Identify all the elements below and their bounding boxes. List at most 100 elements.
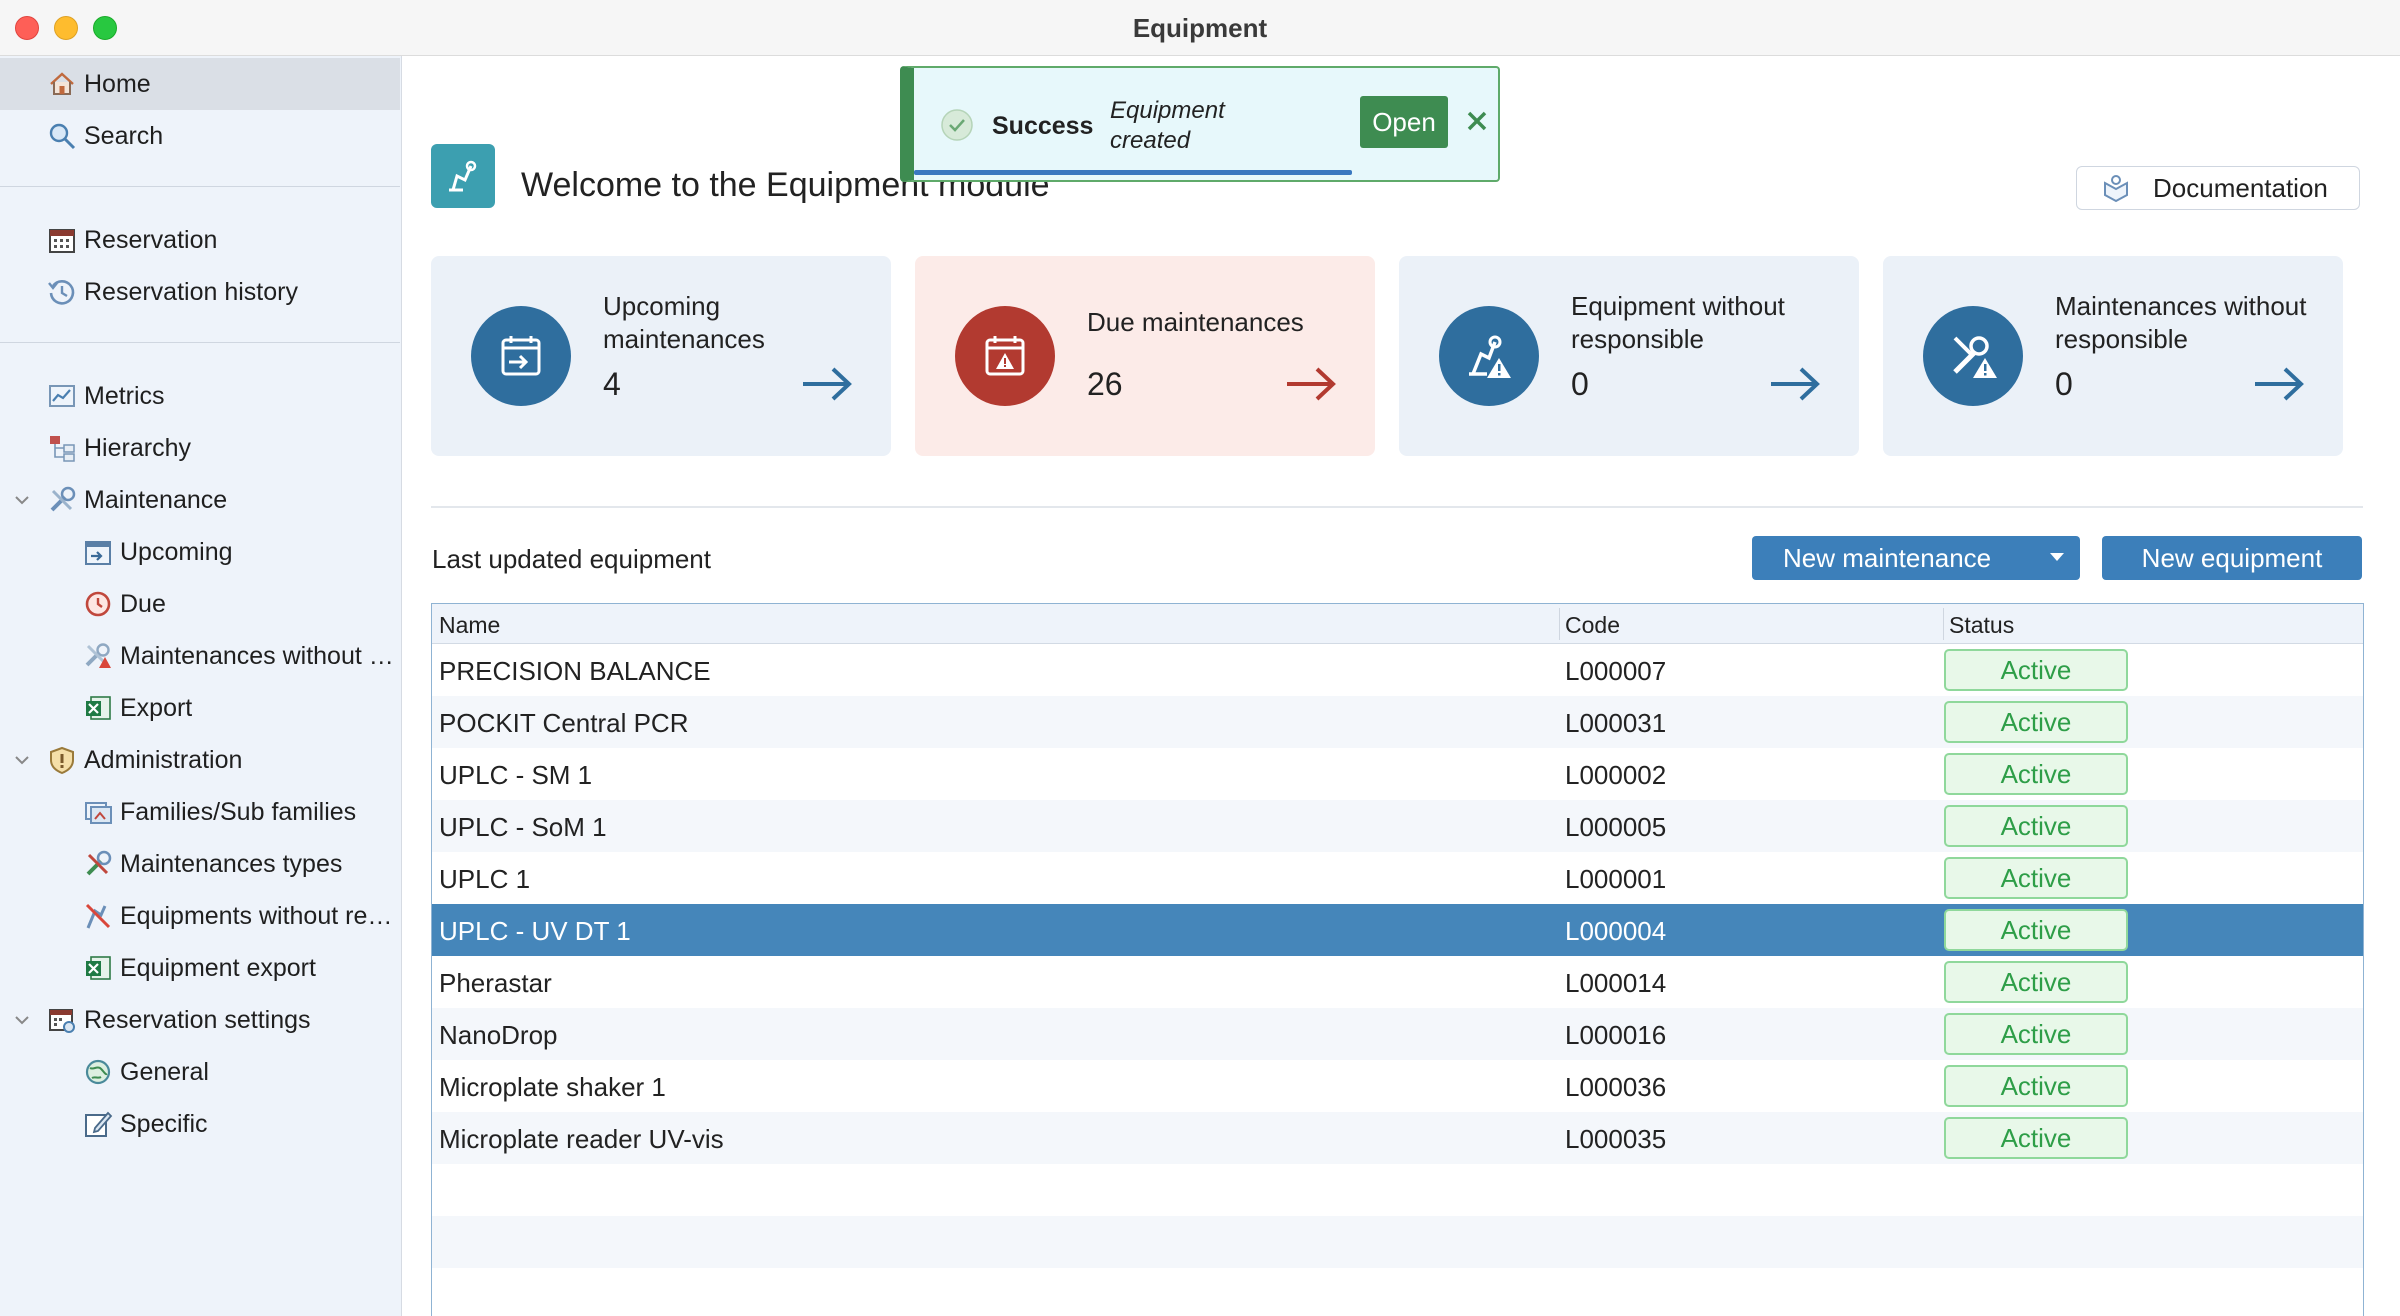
sidebar-item-export[interactable]: Export xyxy=(0,682,400,734)
cell-code: L000001 xyxy=(1565,864,1667,894)
cell-name: Pherastar xyxy=(439,968,552,998)
sidebar-item-families[interactable]: Families/Sub families xyxy=(0,786,400,838)
excel-icon xyxy=(82,692,114,724)
equipment-table: Name Code Status PRECISION BALANCE L0000… xyxy=(431,603,2364,1316)
cell-code: L000036 xyxy=(1565,1072,1667,1102)
arrow-right-icon[interactable] xyxy=(2253,364,2305,404)
sidebar-item-administration[interactable]: Administration xyxy=(0,734,400,786)
card-title: Upcoming maintenances xyxy=(603,291,765,354)
card-title: Maintenances without responsible xyxy=(2055,291,2307,354)
cell-name: NanoDrop xyxy=(439,1020,558,1050)
cell-name: PRECISION BALANCE xyxy=(439,656,711,686)
sidebar-item-metrics[interactable]: Metrics xyxy=(0,370,400,422)
new-equipment-button[interactable]: New equipment xyxy=(2102,536,2362,580)
table-row[interactable]: Microplate shaker 1 L000036 Active xyxy=(432,1060,2363,1112)
toast-progress-bar xyxy=(914,170,1352,175)
cell-code: L000016 xyxy=(1565,1020,1667,1050)
sidebar-item-equipments-without-responsible[interactable]: Equipments without responsible xyxy=(0,890,400,942)
toast-open-button[interactable]: Open xyxy=(1360,96,1448,148)
sidebar-item-equipment-export[interactable]: Equipment export xyxy=(0,942,400,994)
sidebar-item-label: Administration xyxy=(84,745,243,774)
card-upcoming-maintenances[interactable]: Upcoming maintenances 4 xyxy=(431,256,891,456)
sidebar-item-reservation-settings[interactable]: Reservation settings xyxy=(0,994,400,1046)
sidebar-item-reservation-history[interactable]: Reservation history xyxy=(0,266,400,318)
metrics-icon xyxy=(46,380,78,412)
table-row[interactable]: NanoDrop L000016 Active xyxy=(432,1008,2363,1060)
new-maintenance-button[interactable]: New maintenance xyxy=(1752,536,2080,580)
section-title: Last updated equipment xyxy=(432,544,711,574)
column-divider[interactable] xyxy=(1559,608,1560,640)
sidebar-item-upcoming[interactable]: Upcoming xyxy=(0,526,400,578)
sidebar-item-search[interactable]: Search xyxy=(0,110,400,162)
sidebar-item-label: Families/Sub families xyxy=(120,797,357,826)
sidebar-item-label: Export xyxy=(120,693,193,722)
card-due-maintenances[interactable]: Due maintenances 26 xyxy=(915,256,1375,456)
history-icon xyxy=(46,276,78,308)
table-row[interactable]: UPLC 1 L000001 Active xyxy=(432,852,2363,904)
dropdown-caret-icon[interactable] xyxy=(2048,550,2066,564)
due-warning-calendar-icon xyxy=(955,306,1055,406)
table-row-selected[interactable]: UPLC - UV DT 1 L000004 Active xyxy=(432,904,2363,956)
column-header-status[interactable]: Status xyxy=(1949,612,2014,639)
upcoming-calendar-icon xyxy=(471,306,571,406)
sidebar-item-label: Metrics xyxy=(84,381,165,410)
card-title: Equipment without responsible xyxy=(1571,291,1785,354)
status-badge: Active xyxy=(1944,805,2128,847)
cell-code: L000007 xyxy=(1565,656,1667,686)
column-header-name[interactable]: Name xyxy=(439,612,500,639)
families-icon xyxy=(82,796,114,828)
documentation-icon xyxy=(2101,173,2131,203)
sidebar-item-label: Equipments without responsible xyxy=(120,901,400,930)
table-row[interactable]: Pherastar L000014 Active xyxy=(432,956,2363,1008)
status-badge: Active xyxy=(1944,1065,2128,1107)
sidebar-item-label: Reservation history xyxy=(84,277,298,306)
upcoming-calendar-icon xyxy=(82,536,114,568)
title-bar: Equipment xyxy=(0,0,2400,56)
sidebar-item-due[interactable]: Due xyxy=(0,578,400,630)
arrow-right-icon[interactable] xyxy=(1769,364,1821,404)
card-maintenances-without-responsible[interactable]: Maintenances without responsible 0 xyxy=(1883,256,2343,456)
status-badge: Active xyxy=(1944,1117,2128,1159)
chevron-down-icon[interactable] xyxy=(12,750,32,770)
arrow-right-icon[interactable] xyxy=(1285,364,1337,404)
column-header-code[interactable]: Code xyxy=(1565,612,1620,639)
sidebar-item-maintenances-without-responsible[interactable]: Maintenances without responsible xyxy=(0,630,400,682)
table-row[interactable]: PRECISION BALANCE L000007 Active xyxy=(432,644,2363,696)
chevron-down-icon[interactable] xyxy=(12,490,32,510)
chevron-down-icon[interactable] xyxy=(12,1010,32,1030)
card-equipment-without-responsible[interactable]: Equipment without responsible 0 xyxy=(1399,256,1859,456)
table-row-empty xyxy=(432,1164,2363,1216)
card-value: 4 xyxy=(603,366,621,402)
documentation-button[interactable]: Documentation xyxy=(2076,166,2360,210)
cell-name: UPLC - SM 1 xyxy=(439,760,593,790)
edit-icon xyxy=(82,1108,114,1140)
table-row[interactable]: Microplate reader UV-vis L000035 Active xyxy=(432,1112,2363,1164)
table-row-empty xyxy=(432,1216,2363,1268)
sidebar-item-home[interactable]: Home xyxy=(0,58,400,110)
globe-icon xyxy=(82,1056,114,1088)
calendar-settings-icon xyxy=(46,1004,78,1036)
sidebar-item-label: Specific xyxy=(120,1109,208,1138)
hierarchy-icon xyxy=(46,432,78,464)
table-row[interactable]: UPLC - SM 1 L000002 Active xyxy=(432,748,2363,800)
sidebar-item-label: Equipment export xyxy=(120,953,316,982)
column-divider[interactable] xyxy=(1943,608,1944,640)
sidebar-item-hierarchy[interactable]: Hierarchy xyxy=(0,422,400,474)
status-badge: Active xyxy=(1944,649,2128,691)
status-badge: Active xyxy=(1944,701,2128,743)
sidebar-item-label: Hierarchy xyxy=(84,433,191,462)
cell-name: UPLC 1 xyxy=(439,864,531,894)
close-icon[interactable] xyxy=(1464,108,1490,134)
cell-code: L000004 xyxy=(1565,916,1667,946)
sidebar-item-reservation[interactable]: Reservation xyxy=(0,214,400,266)
sidebar-item-label: Due xyxy=(120,589,166,618)
window-title: Equipment xyxy=(1132,13,1268,43)
sidebar-item-label: Maintenances types xyxy=(120,849,343,878)
sidebar-item-general[interactable]: General xyxy=(0,1046,400,1098)
arrow-right-icon[interactable] xyxy=(801,364,853,404)
sidebar-item-specific[interactable]: Specific xyxy=(0,1098,400,1150)
table-row[interactable]: POCKIT Central PCR L000031 Active xyxy=(432,696,2363,748)
sidebar-item-maintenance[interactable]: Maintenance xyxy=(0,474,400,526)
sidebar-item-maintenances-types[interactable]: Maintenances types xyxy=(0,838,400,890)
table-row[interactable]: UPLC - SoM 1 L000005 Active xyxy=(432,800,2363,852)
